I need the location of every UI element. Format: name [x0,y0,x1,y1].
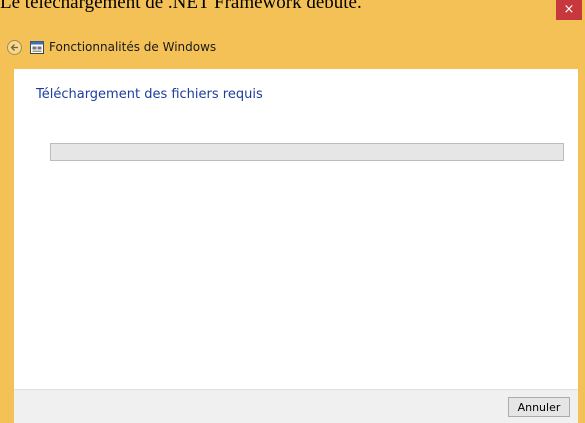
titlebar: Fonctionnalités de Windows [6,36,566,58]
window-title: Fonctionnalités de Windows [49,40,217,54]
caption-text: Le téléchargement de .NET Framework débu… [0,0,362,13]
dialog-client-area: Téléchargement des fichiers requis Annul… [14,69,578,423]
cancel-button[interactable]: Annuler [508,397,570,417]
back-button[interactable] [7,39,22,55]
close-button[interactable]: × [556,0,582,20]
download-progress-bar [50,143,564,161]
windows-features-dialog: Le téléchargement de .NET Framework débu… [0,0,585,423]
close-icon: × [563,2,575,17]
dialog-footer: Annuler [14,389,578,423]
back-arrow-icon [10,43,18,51]
windows-features-icon [30,40,44,54]
dialog-heading: Téléchargement des fichiers requis [36,87,263,102]
